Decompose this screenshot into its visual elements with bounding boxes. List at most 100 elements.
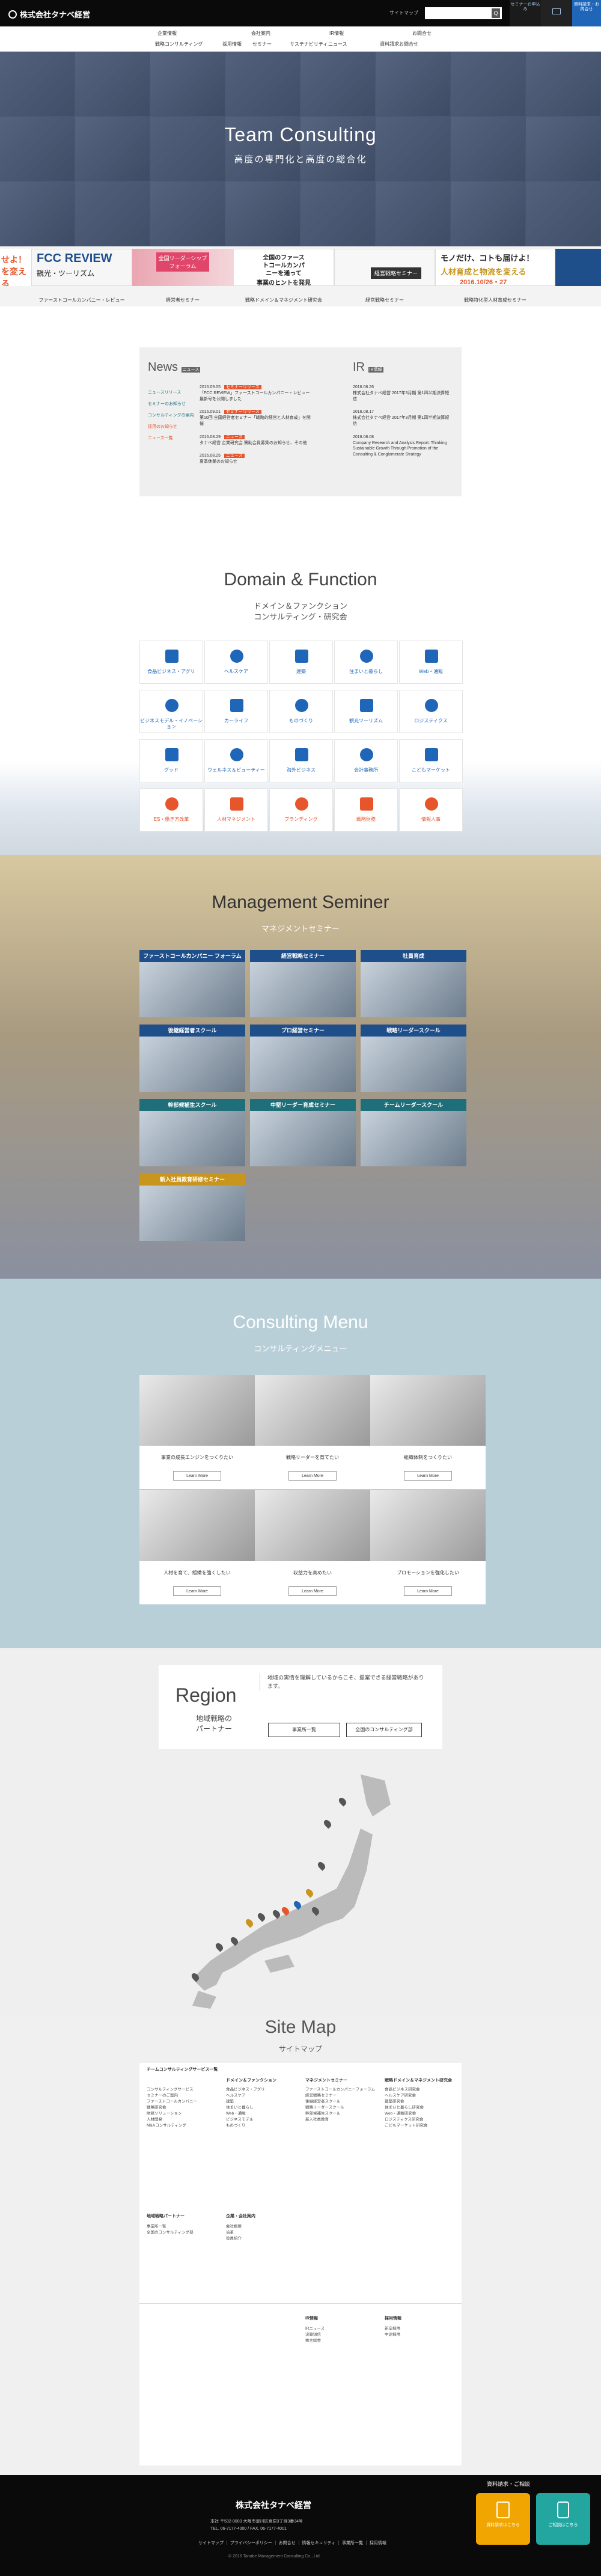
sitemap-link[interactable]: ヘルスケア xyxy=(226,2093,300,2099)
sitemap-link[interactable]: 幹部候補生スクール xyxy=(305,2111,380,2117)
seminar-card[interactable]: 幹部候補生スクール xyxy=(139,1099,245,1166)
search-input[interactable] xyxy=(425,7,502,19)
sitemap-heading[interactable]: ドメイン＆ファンクション xyxy=(226,2077,276,2083)
request-docs-button[interactable]: 資料請求はこちら xyxy=(476,2493,530,2545)
news-category-link[interactable]: ニュース一覧 xyxy=(148,435,194,441)
nav-item[interactable]: ニュース xyxy=(328,41,347,47)
learn-more-button[interactable]: Learn More xyxy=(288,1586,337,1596)
banner-logistics[interactable]: モノだけ、コトも届けよ！ 人材育成と物流を変える 2016.10/26・27 xyxy=(435,249,555,286)
nav-item[interactable]: サステナビリティ xyxy=(290,41,328,47)
learn-more-button[interactable]: Learn More xyxy=(288,1471,337,1481)
consulting-dept-button[interactable]: 全国のコンサルティング部 xyxy=(346,1723,422,1737)
seminar-card[interactable]: 戦略リーダースクール xyxy=(361,1025,466,1092)
banner-leadership[interactable]: 全国リーダーシップフォーラム xyxy=(132,249,233,286)
news-category-link[interactable]: ニュースリリース xyxy=(148,389,194,395)
domain-cell[interactable]: ES・働き方改革 xyxy=(139,788,203,832)
banner-fcc-visit[interactable]: 全国のファーストコールカンパニーを通って 事業のヒントを発見 xyxy=(233,249,334,286)
seminar-card[interactable]: チームリーダースクール xyxy=(361,1099,466,1166)
seminar-card[interactable]: 新入社員教育研修セミナー xyxy=(139,1174,245,1241)
nav-item[interactable]: セミナー xyxy=(252,41,272,47)
ir-item[interactable]: 2016.08.08 Company Research and Analysis … xyxy=(353,434,452,458)
seminar-card[interactable]: ファーストコールカンパニー フォーラム xyxy=(139,950,245,1017)
footer-logo[interactable]: 株式会社タナベ経営 xyxy=(236,2499,311,2511)
news-category-link[interactable]: セミナーのお知らせ xyxy=(148,401,194,407)
learn-more-button[interactable]: Learn More xyxy=(404,1586,452,1596)
seminar-card[interactable]: 後継経営者スクール xyxy=(139,1025,245,1092)
consult-button[interactable]: ご相談はこちら xyxy=(536,2493,590,2545)
banner-fcc-review[interactable]: FCC REVIEW 観光・ツーリズム xyxy=(31,249,132,286)
sitemap-link[interactable]: ヘルスケア研究会 xyxy=(385,2093,459,2099)
seminar-card[interactable]: 社員育成 xyxy=(361,950,466,1017)
company-logo[interactable]: 株式会社タナベ経営 xyxy=(8,8,90,20)
domain-cell[interactable]: ロジスティクス xyxy=(399,690,463,733)
domain-cell[interactable]: グッド xyxy=(139,739,203,782)
banner-next[interactable] xyxy=(555,249,601,286)
domain-cell[interactable]: 海外ビジネス xyxy=(269,739,333,782)
sitemap-link[interactable]: 建築研究会 xyxy=(385,2099,459,2105)
sitemap-link[interactable]: 沿革 xyxy=(226,2230,300,2236)
sitemap-link[interactable]: コンサルティングサービス xyxy=(147,2087,221,2093)
domain-cell[interactable]: 人材マネジメント xyxy=(204,788,268,832)
domain-cell[interactable]: Web・通販 xyxy=(399,641,463,684)
sitemap-heading[interactable]: マネジメントセミナー xyxy=(305,2077,347,2083)
sitemap-link[interactable]: 人材開発 xyxy=(147,2117,221,2123)
sitemap-link[interactable]: M&Aコンサルティング xyxy=(147,2123,221,2129)
domain-cell[interactable]: カーライフ xyxy=(204,690,268,733)
sitemap-heading[interactable]: チームコンサルティングサービス一覧 xyxy=(147,2066,218,2072)
sitemap-link[interactable]: こどもマーケット研究会 xyxy=(385,2123,459,2129)
news-item[interactable]: 2016.08.25 ニュース 夏季休業のお知らせ xyxy=(200,453,311,465)
domain-cell[interactable]: 観光ツーリズム xyxy=(334,690,398,733)
news-item[interactable]: 2016.08.29 ニュース タナベ経営 企業研究会 賛助会員募集のお知らせ、その… xyxy=(200,434,311,446)
ir-item[interactable]: 2016.08.17 株式会社タナベ経営 2017年3月期 第1四半期決算短信 xyxy=(353,409,452,427)
learn-more-button[interactable]: Learn More xyxy=(404,1471,452,1481)
domain-cell[interactable]: 建築 xyxy=(269,641,333,684)
domain-cell[interactable]: ウェルネス＆ビューティー xyxy=(204,739,268,782)
footer-links[interactable]: サイトマップ ｜ プライバシーポリシー ｜ お問合せ ｜ 情報セキュリティ ｜ … xyxy=(198,2540,386,2546)
domain-cell[interactable]: 情報人事 xyxy=(399,788,463,832)
contact-button[interactable]: 資料請求・お問合せ xyxy=(572,0,601,26)
sitemap-link[interactable]: 食品ビジネス・アグリ xyxy=(226,2087,300,2093)
banner-prev[interactable]: せよ！ を変える xyxy=(0,249,31,286)
sitemap-link[interactable]: 住まいと暮らし研究会 xyxy=(385,2105,459,2111)
sitemap-link[interactable]: 会社概要 xyxy=(226,2224,300,2230)
learn-more-button[interactable]: Learn More xyxy=(173,1471,221,1481)
domain-cell[interactable]: こどもマーケット xyxy=(399,739,463,782)
nav-item[interactable]: 採用情報 xyxy=(222,41,242,47)
sitemap-link[interactable]: 住まいと暮らし xyxy=(226,2105,300,2111)
domain-cell[interactable]: ものづくり xyxy=(269,690,333,733)
domain-cell[interactable]: ブランディング xyxy=(269,788,333,832)
news-category-link[interactable]: コンサルティングの案内 xyxy=(148,412,194,418)
sitemap-heading[interactable]: 企業・会社案内 xyxy=(226,2213,255,2219)
seminar-apply-button[interactable]: セミナーお申込み xyxy=(510,0,541,26)
sitemap-link[interactable]: 戦略リーダースクール xyxy=(305,2105,380,2111)
nav-item[interactable]: 戦略コンサルティング xyxy=(155,41,203,47)
learn-more-button[interactable]: Learn More xyxy=(173,1586,221,1596)
nav-item[interactable]: 資料請求お問合せ xyxy=(380,41,418,47)
news-item[interactable]: 2016.09.05 セミナーリリース 「FCC REVIEW」ファーストコールカン… xyxy=(200,385,311,402)
sitemap-link[interactable]: ファーストコールカンパニーフォーラム xyxy=(305,2087,380,2093)
sitemap-link[interactable]: ビジネスモデル xyxy=(226,2117,300,2123)
sitemap-link[interactable]: 役員紹介 xyxy=(226,2236,300,2242)
domain-cell[interactable]: ビジネスモデル・イノベーション xyxy=(139,690,203,733)
mail-button[interactable] xyxy=(541,0,572,26)
sitemap-link[interactable]: Web・通販 xyxy=(226,2111,300,2117)
sitemap-link[interactable]: ロジスティクス研究会 xyxy=(385,2117,459,2123)
sitemap-link[interactable]: セミナーのご案内 xyxy=(147,2093,221,2099)
sitemap-link[interactable]: 中途採用 xyxy=(385,2332,459,2338)
sitemap-link[interactable]: 経営戦略セミナー xyxy=(305,2093,380,2099)
news-item[interactable]: 2016.09.01 セミナーリリース 第10回 全国経営者セミナー「戦略的経営と人… xyxy=(200,409,311,427)
sitemap-link[interactable]: 建築 xyxy=(226,2099,300,2105)
sitemap-link[interactable]: 後継経営者スクール xyxy=(305,2099,380,2105)
sitemap-link[interactable]: 全国のコンサルティング部 xyxy=(147,2230,221,2236)
domain-cell[interactable]: 戦略財務 xyxy=(334,788,398,832)
seminar-card[interactable]: 経営戦略セミナー xyxy=(250,950,356,1017)
seminar-card[interactable]: 中堅リーダー育成セミナー xyxy=(250,1099,356,1166)
sitemap-link[interactable]: 財務ソリューション xyxy=(147,2111,221,2117)
sitemap-link[interactable]: 戦略研究会 xyxy=(147,2105,221,2111)
sitemap-link[interactable]: サイトマップ xyxy=(389,10,418,16)
sitemap-link[interactable]: 決算短信 xyxy=(305,2332,380,2338)
banner-strategy[interactable]: 経営戦略セミナー xyxy=(334,249,435,286)
domain-cell[interactable]: 住まいと暮らし xyxy=(334,641,398,684)
sitemap-link[interactable]: ファーストコールカンパニー xyxy=(147,2099,221,2105)
sitemap-link[interactable]: Web・通販研究会 xyxy=(385,2111,459,2117)
